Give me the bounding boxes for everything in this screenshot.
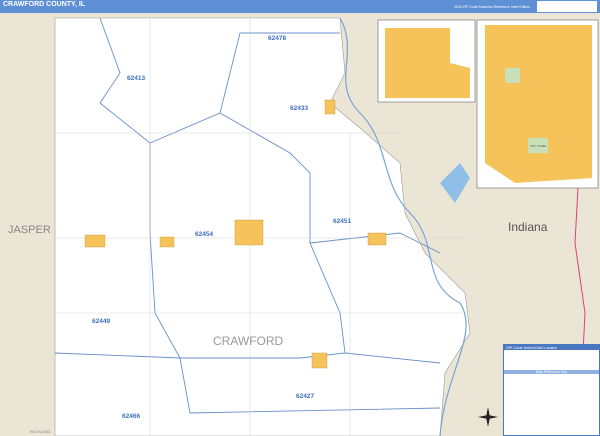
- map-title: CRAWFORD COUNTY, IL: [3, 1, 86, 8]
- legend-key-title: Map Reference Key: [504, 370, 599, 374]
- zip-label: 62454: [195, 231, 213, 238]
- zip-label: 62413: [127, 75, 145, 82]
- neighbor-south-label: RICHLAND: [30, 429, 51, 434]
- neighbor-west-label: JASPER: [8, 224, 51, 236]
- zip-label: 62466: [122, 413, 140, 420]
- inset-map-2[interactable]: CITY NAME: [476, 19, 599, 189]
- county-label: CRAWFORD: [213, 334, 284, 348]
- inset-map-1[interactable]: [377, 19, 476, 103]
- header-bar: CRAWFORD COUNTY, IL 2020 ZIP Code Busine…: [0, 0, 600, 13]
- legend: ZIP Code Index/Grid Locator Map Referenc…: [503, 344, 600, 436]
- inset-label: CITY NAME: [530, 144, 546, 148]
- zip-label: 62451: [333, 218, 351, 225]
- zip-label: 62427: [296, 393, 314, 400]
- publisher-logo: [537, 1, 597, 12]
- map-subtitle: 2020 ZIP Code Business Reference Inset E…: [453, 5, 530, 9]
- neighbor-east-label: Indiana: [508, 220, 548, 234]
- legend-title: ZIP Code Index/Grid Locator: [504, 345, 599, 350]
- zip-label: 62449: [92, 318, 110, 325]
- zip-label: 62433: [290, 105, 308, 112]
- zip-label: 62478: [268, 35, 286, 42]
